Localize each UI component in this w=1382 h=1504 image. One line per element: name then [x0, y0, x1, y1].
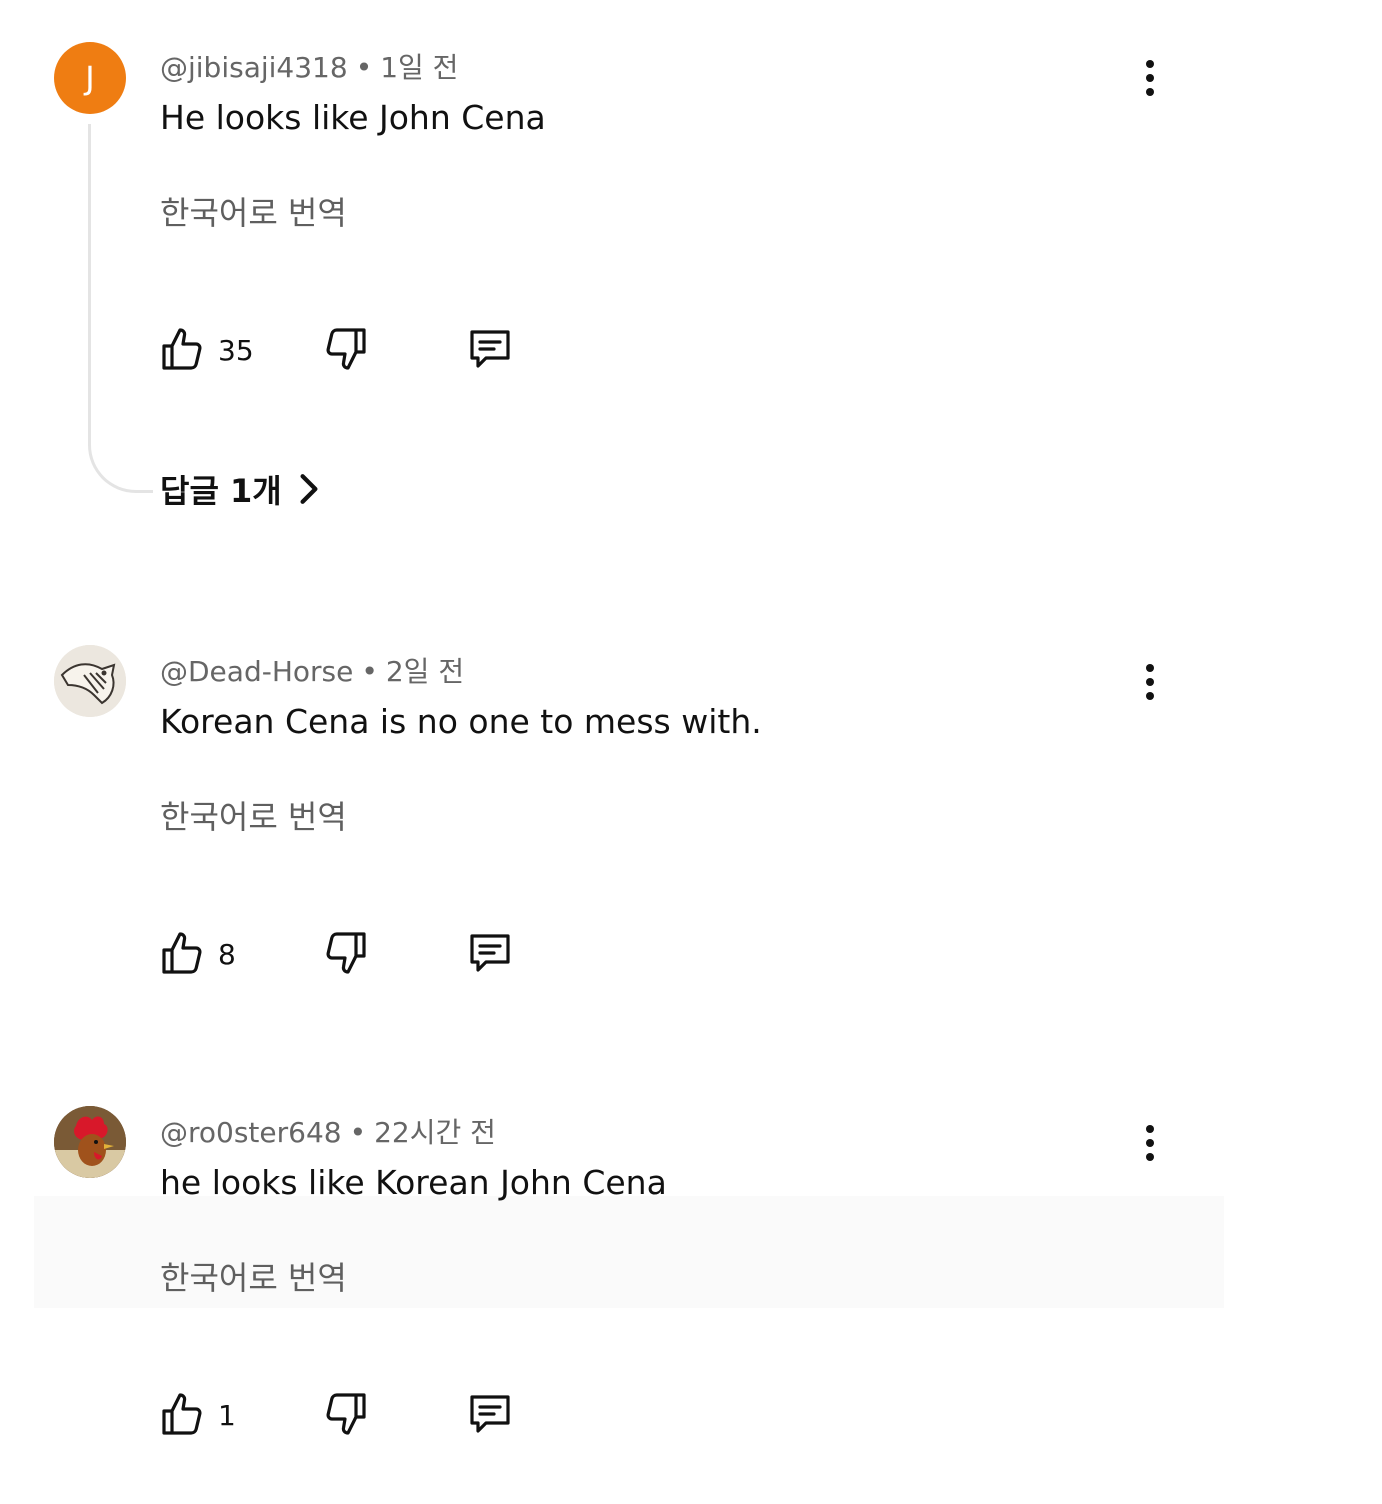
avatar[interactable] [54, 645, 126, 717]
like-count: 1 [218, 1398, 236, 1432]
reply-button[interactable] [466, 1389, 514, 1437]
avatar[interactable] [54, 1106, 126, 1178]
author-handle[interactable]: @jibisaji4318 [160, 51, 348, 84]
translate-link[interactable]: 한국어로 번역 [160, 188, 347, 234]
comment-icon [470, 934, 510, 972]
like-count: 8 [218, 937, 236, 971]
thumbs-up-icon [162, 1393, 202, 1435]
like-button[interactable]: 1 [158, 1389, 236, 1441]
more-options-button[interactable] [1134, 658, 1166, 706]
comment-meta: @Dead-Horse • 2일 전 [160, 650, 464, 690]
dot [1146, 1125, 1154, 1133]
rooster-avatar-image [54, 1106, 126, 1178]
replies-count: 답글 1개 [160, 472, 282, 510]
comment-text: He looks like John Cena [160, 98, 546, 137]
like-button[interactable]: 8 [158, 928, 236, 980]
reply-thread-line [88, 124, 153, 493]
dot [1146, 692, 1154, 700]
meta-separator: • [355, 51, 373, 84]
dot [1146, 678, 1154, 686]
translate-link[interactable]: 한국어로 번역 [160, 1253, 347, 1299]
comment-icon [470, 330, 510, 368]
chevron-right-icon [300, 474, 318, 504]
dot [1146, 88, 1154, 96]
comment-text: Korean Cena is no one to mess with. [160, 702, 762, 741]
comment-time: 2일 전 [385, 655, 465, 688]
comment-time: 1일 전 [380, 51, 459, 84]
comment-meta: @ro0ster648 • 22시간 전 [160, 1111, 496, 1151]
author-handle[interactable]: @ro0ster648 [160, 1116, 342, 1149]
avatar-letter: J [85, 59, 95, 97]
comment-meta: @jibisaji4318 • 1일 전 [160, 46, 458, 86]
dislike-button[interactable] [322, 928, 370, 976]
comment-icon [470, 1395, 510, 1433]
dot [1146, 60, 1154, 68]
dot [1146, 1153, 1154, 1161]
horse-avatar-image [54, 645, 126, 717]
comment-actions: 35 [158, 324, 558, 376]
like-count: 35 [218, 333, 254, 367]
translate-link[interactable]: 한국어로 번역 [160, 792, 347, 838]
dislike-button[interactable] [322, 324, 370, 372]
thumbs-down-icon [326, 1393, 366, 1435]
comment-actions: 8 [158, 928, 558, 980]
like-button[interactable]: 35 [158, 324, 254, 376]
thumbs-down-icon [326, 328, 366, 370]
meta-separator: • [349, 1116, 367, 1149]
dot [1146, 664, 1154, 672]
comment-actions: 1 [158, 1389, 558, 1441]
meta-separator: • [361, 655, 378, 688]
avatar[interactable]: J [54, 42, 126, 114]
more-options-button[interactable] [1134, 54, 1166, 102]
thumbs-down-icon [326, 932, 366, 974]
dot [1146, 1139, 1154, 1147]
view-replies-button[interactable]: 답글 1개 [160, 466, 322, 512]
dislike-button[interactable] [322, 1389, 370, 1437]
thumbs-up-icon [162, 328, 202, 370]
author-handle[interactable]: @Dead-Horse [160, 655, 353, 688]
comment-text: he looks like Korean John Cena [160, 1163, 667, 1202]
comment-time: 22시간 전 [374, 1116, 496, 1149]
dot [1146, 74, 1154, 82]
thumbs-up-icon [162, 932, 202, 974]
reply-button[interactable] [466, 928, 514, 976]
reply-button[interactable] [466, 324, 514, 372]
more-options-button[interactable] [1134, 1119, 1166, 1167]
